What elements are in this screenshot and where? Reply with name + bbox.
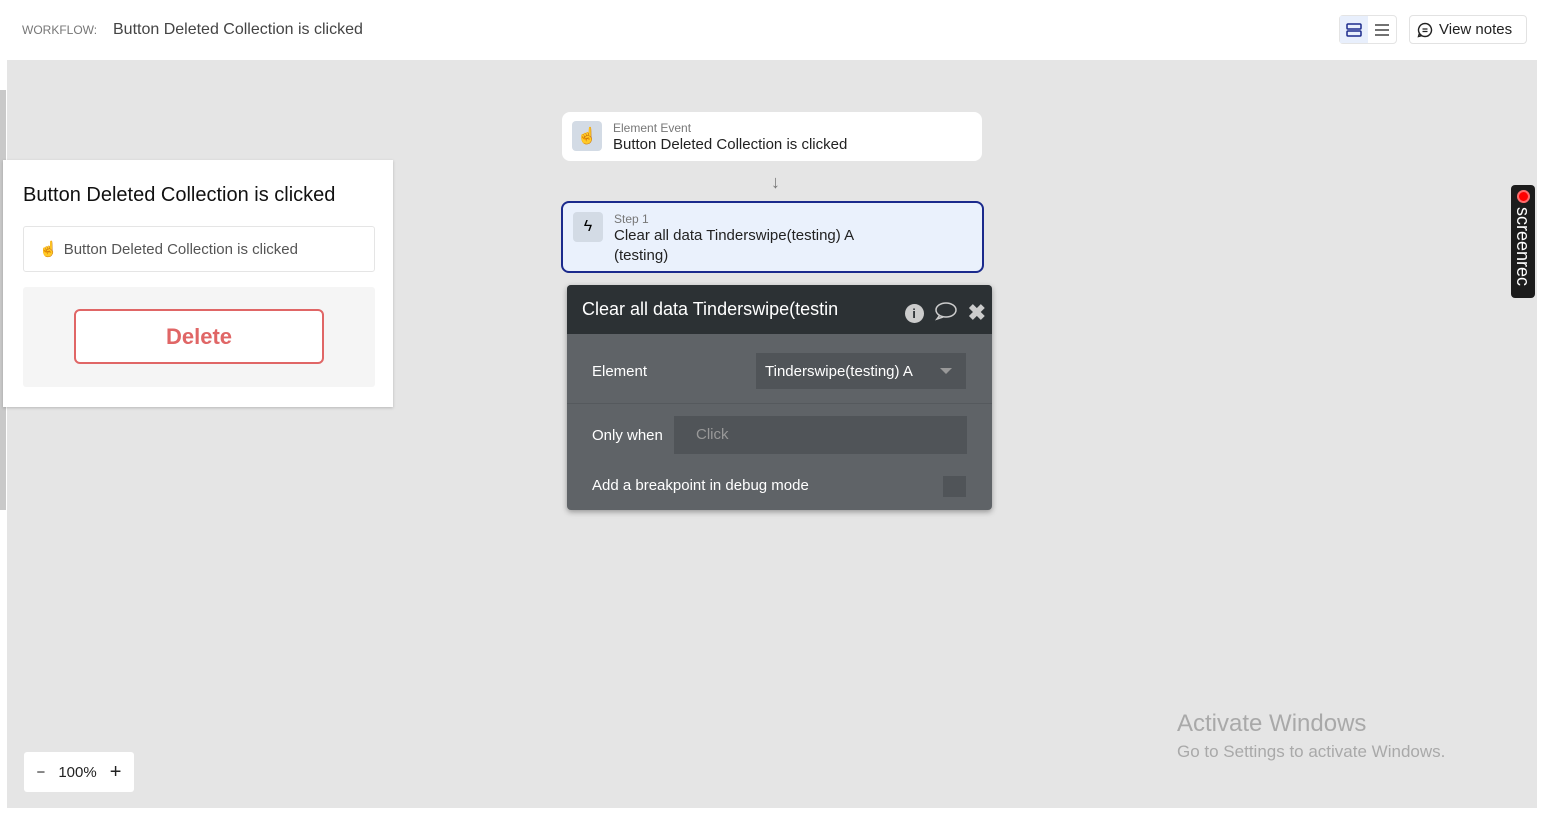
- divider: [567, 403, 992, 404]
- zoom-level: 100%: [58, 763, 97, 781]
- breakpoint-checkbox[interactable]: [943, 476, 966, 497]
- cursor-click-icon: ☝: [572, 121, 602, 151]
- action-property-editor: Clear all data Tinderswipe(testin i ✖ El…: [567, 285, 992, 510]
- view-notes-button[interactable]: View notes: [1409, 15, 1527, 44]
- delete-button[interactable]: Delete: [74, 309, 324, 364]
- only-when-label: Only when: [592, 427, 663, 444]
- screenrec-widget[interactable]: screenrec: [1511, 185, 1535, 298]
- note-bubble-icon: [1417, 22, 1433, 38]
- step-title: Clear all data Tinderswipe(testing) A (t…: [614, 227, 854, 264]
- button-preview-area: Delete: [23, 287, 375, 387]
- workflow-title: Button Deleted Collection is clicked: [113, 21, 363, 38]
- watermark-line1: Activate Windows: [1177, 710, 1367, 737]
- event-type: Element Event: [613, 121, 692, 135]
- screenrec-label: screenrec: [1513, 207, 1533, 287]
- popup-title: Clear all data Tinderswipe(testin: [582, 299, 839, 319]
- event-title: Button Deleted Collection is clicked: [613, 136, 848, 153]
- step-card[interactable]: ϟ Step 1 Clear all data Tinderswipe(test…: [561, 201, 984, 273]
- workflow-label: WORKFLOW:: [22, 23, 98, 37]
- zoom-out-button[interactable]: −: [37, 764, 46, 781]
- view-notes-label: View notes: [1439, 21, 1513, 38]
- bottom-strip: [0, 808, 1542, 815]
- breakpoint-label: Add a breakpoint in debug mode: [592, 477, 809, 494]
- arrow-down-icon: ↓: [771, 172, 780, 192]
- record-icon: [1517, 190, 1530, 203]
- event-trigger-text: Button Deleted Collection is clicked: [63, 240, 298, 258]
- top-bar: WORKFLOW: Button Deleted Collection is c…: [7, 0, 1537, 60]
- list-view-icon[interactable]: [1368, 16, 1396, 43]
- view-toggle: [1339, 15, 1397, 44]
- windows-activation-watermark: Activate Windows Go to Settings to activ…: [1177, 710, 1445, 762]
- event-trigger-box: ☝ Button Deleted Collection is clicked: [23, 226, 375, 272]
- close-icon[interactable]: ✖: [968, 300, 986, 326]
- element-dropdown[interactable]: Tinderswipe(testing) A: [756, 353, 966, 389]
- only-when-input[interactable]: Click: [674, 416, 967, 454]
- zoom-in-button[interactable]: +: [110, 761, 122, 784]
- cursor-click-icon: ☝: [39, 241, 58, 258]
- only-when-placeholder: Click: [696, 426, 729, 443]
- chevron-down-icon: [940, 368, 952, 374]
- watermark-line2: Go to Settings to activate Windows.: [1177, 742, 1446, 761]
- comment-icon[interactable]: [934, 301, 958, 326]
- info-icon[interactable]: i: [904, 303, 924, 323]
- zoom-control: − 100% +: [24, 752, 134, 792]
- element-preview-panel: Button Deleted Collection is clicked ☝ B…: [3, 160, 393, 407]
- panel-title: Button Deleted Collection is clicked: [23, 184, 336, 206]
- step-label: Step 1: [614, 212, 649, 226]
- card-view-icon[interactable]: [1340, 16, 1368, 43]
- element-label: Element: [592, 363, 648, 380]
- element-value: Tinderswipe(testing) A: [765, 363, 913, 380]
- event-card[interactable]: ☝ Element Event Button Deleted Collectio…: [562, 112, 982, 161]
- lightning-icon: ϟ: [573, 212, 603, 242]
